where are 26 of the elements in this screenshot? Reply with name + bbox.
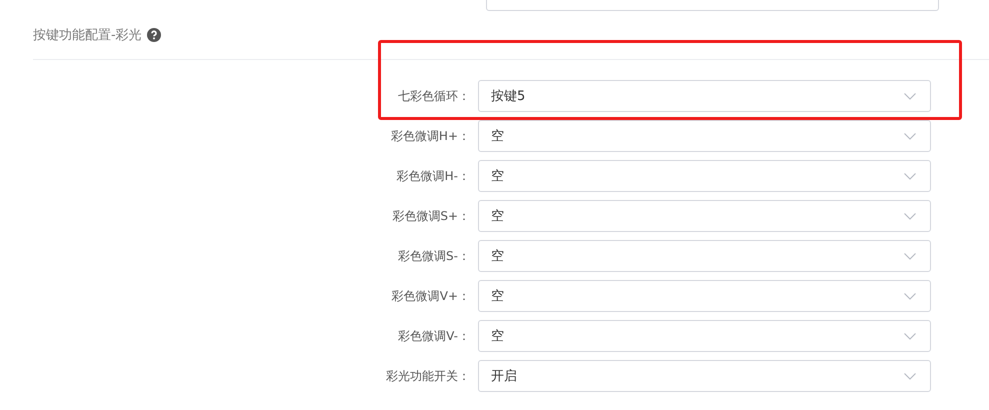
field-label: 彩色微调H+： [390,128,471,144]
field-label: 彩色微调V-： [397,328,471,344]
select-field[interactable]: 按键5 [478,80,931,112]
chevron-down-icon [904,252,916,260]
chevron-down-icon [904,92,916,100]
chevron-down-icon [904,172,916,180]
select-field[interactable]: 空 [478,280,931,312]
select-field[interactable]: 空 [478,120,931,152]
section-title: 按键功能配置-彩光 [33,27,142,44]
field-label: 彩色微调H-： [396,168,471,184]
field-label: 彩光功能开关： [385,368,471,384]
field-label: 彩色微调V+： [390,288,471,304]
chevron-down-icon [904,332,916,340]
chevron-down-icon [904,212,916,220]
field-label: 彩色微调S-： [397,248,471,264]
field-label: 七彩色循环： [397,88,471,104]
chevron-down-icon [904,372,916,380]
select-field[interactable]: 空 [478,160,931,192]
chevron-down-icon [904,292,916,300]
field-label: 彩色微调S+： [391,208,471,224]
select-field[interactable]: 空 [478,320,931,352]
select-field[interactable]: 空 [478,240,931,272]
help-icon[interactable] [146,28,161,42]
select-field[interactable]: 开启 [478,360,931,392]
select-field[interactable]: 空 [478,200,931,232]
chevron-down-icon [904,132,916,140]
